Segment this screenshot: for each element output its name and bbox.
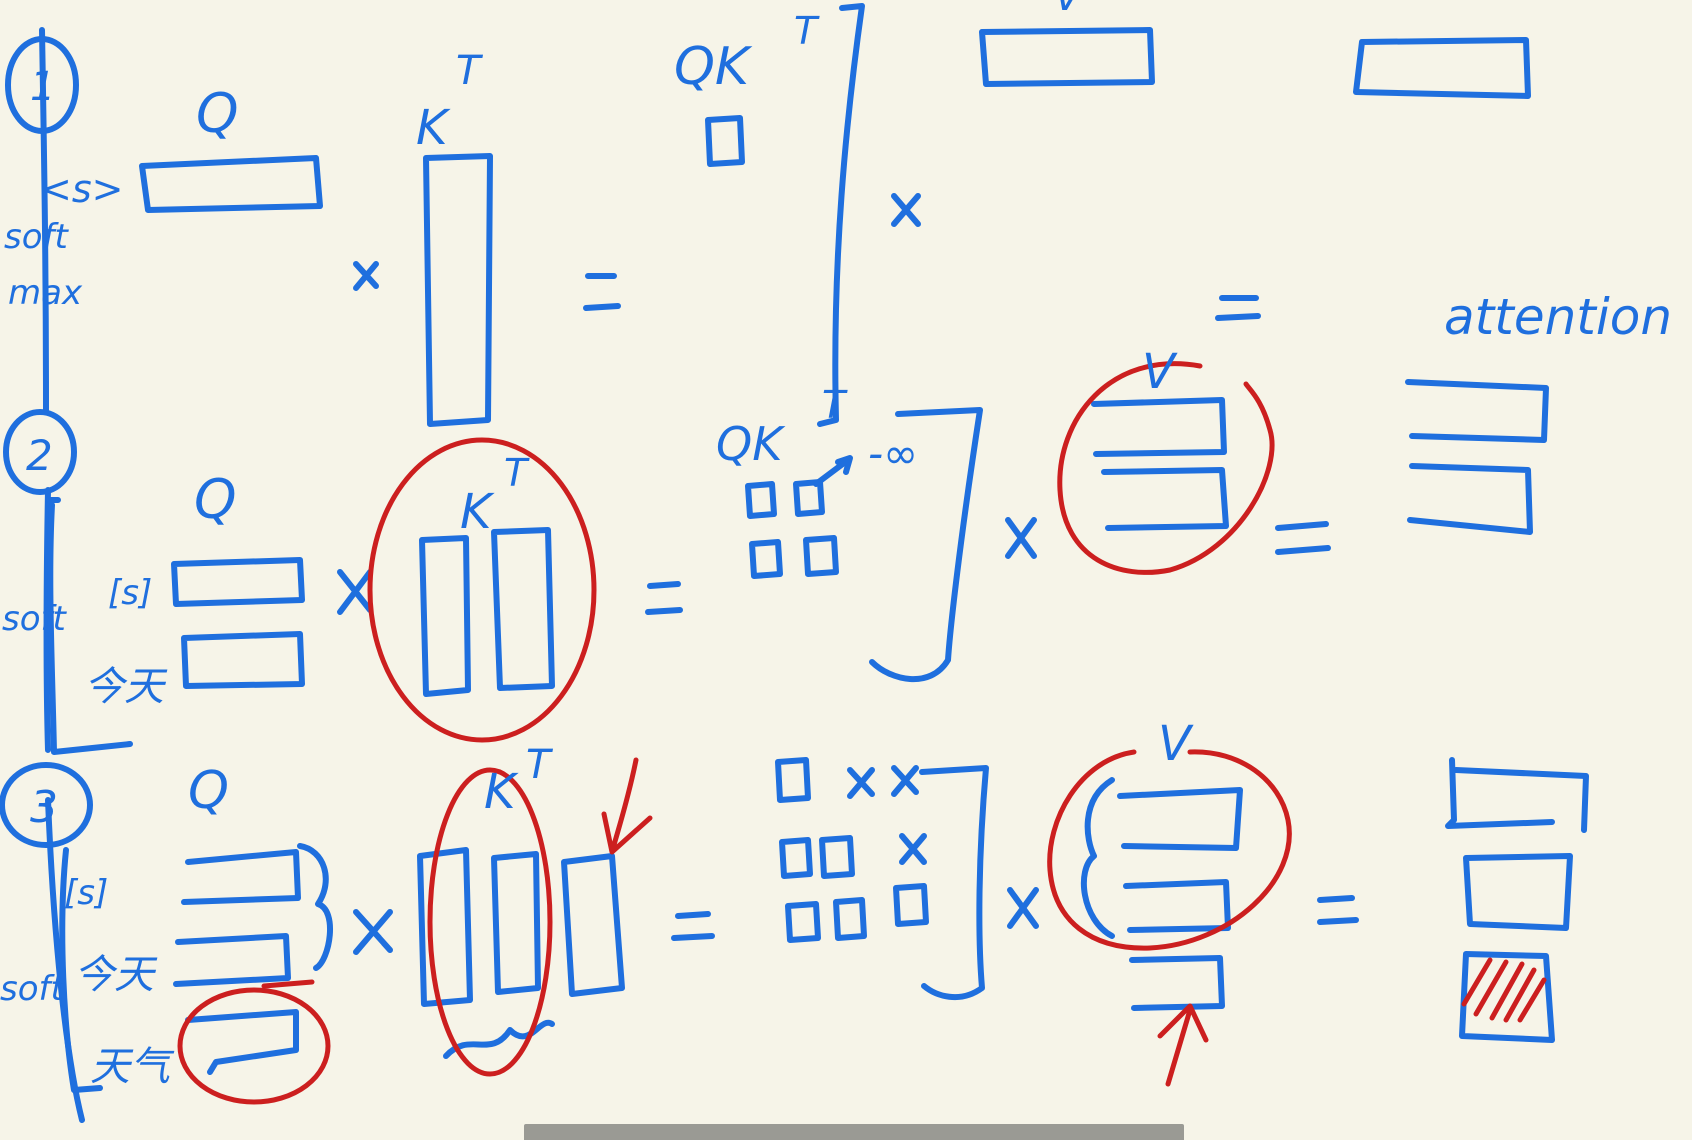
step3-token-label: [s] [64,873,108,913]
attention-row2-vector-1 [1405,379,1549,443]
attention-row3-vector-1 [1445,757,1589,833]
times-row1b [891,193,921,227]
v-row1-vector [979,27,1155,87]
qkt-row3-cell-21 [779,837,813,879]
v-row3-vector-2 [1123,879,1231,933]
q-row2-vector-1 [171,557,305,607]
whiteboard-drawing: 1 2 3 <s> soft max soft [s] 今天 [s] soft … [0,0,1672,1123]
kt-row3-squiggle [443,1019,555,1059]
qkt-row3-cell-33 [893,883,929,927]
kt-row3-sup: T [526,742,554,788]
kt-row3-column-2 [491,851,541,995]
row3-bracket [919,765,989,1001]
qkt-row1-sup: T [794,9,820,53]
step1-token-label: <s> [40,167,123,211]
kt-row3-column-3 [561,853,625,997]
qkt-row2-cell-11 [745,481,777,519]
qkt-row3-cell-31 [785,901,821,943]
v-row3-brace [1080,777,1115,939]
step-1-number: 1 [30,64,55,110]
kt-row2-column-2 [491,527,555,691]
times-row2a [337,569,373,615]
times-row2b [1005,517,1037,559]
q-row3-vector-1 [181,849,301,905]
times-row1a [353,261,379,291]
equals-row1 [583,273,621,311]
kt-row2-sup: T [504,451,530,495]
times-row3b [1007,887,1039,929]
q-row2-label: Q [194,468,237,531]
equals-row1b [1215,295,1261,321]
v-row1-label: V [1054,0,1084,20]
v-row3-vector-3 [1129,955,1225,1011]
row1-bracket [817,3,865,427]
q-row3-new-token-circle [177,987,331,1105]
v-row3-vector-1 [1117,787,1243,851]
step-2-number: 2 [26,431,53,480]
red-ink-strokes [177,361,1547,1105]
kt-row1-column [423,153,493,427]
times-row3a [353,909,393,955]
step1-soft-label: soft [4,217,69,257]
q-row2-vector-2 [181,631,305,689]
qkt-row2-cell-21 [749,539,783,579]
qkt-row3-cell-32 [833,897,867,941]
kt-row3-label: K [484,764,519,820]
qkt-row2-label: QK [716,417,786,471]
kt-row3-column-1 [417,847,473,1007]
blue-ink-strokes [0,3,1589,1123]
mask-arrow-row2 [813,455,853,487]
kt-row2-column-1 [419,535,471,697]
attention-label: attention [1444,288,1672,346]
q-row1-label: Q [196,82,239,145]
step3-side-label: soft [0,969,65,1009]
qkt-row1-label: QK [674,37,753,97]
new-value-arrow [1157,1003,1209,1087]
qkt-row2-cell-12 [793,479,825,517]
q-row3-label: Q [188,761,229,821]
minus-infinity-label: -∞ [868,429,918,478]
mask-x-row3-13 [891,765,919,797]
qkt-row2-cell-22 [803,535,839,577]
mask-x-row3-23 [899,833,927,865]
equals-row2b [1275,521,1331,555]
attention-row2-vector-2 [1407,463,1533,535]
qkt-row3-cell-11 [775,757,811,803]
whiteboard-canvas: 1 2 3 <s> soft max soft [s] 今天 [s] soft … [0,0,1692,1140]
v-row3-highlight-circle [1047,749,1292,951]
attention-row3-vector-3 [1459,951,1555,1043]
step3-word1-label: 今天 [74,952,158,998]
v-row2-vector-2 [1101,467,1229,531]
v-row2-vector-1 [1091,397,1227,457]
qkt-row1-cell [705,115,745,167]
q-row3-vector-2 [173,933,291,987]
horizontal-scrollbar[interactable] [524,1124,1184,1140]
step-3-number: 3 [30,782,58,833]
new-output-hatch [1461,957,1547,1023]
step2-side-label: soft [2,599,67,639]
step2-word-label: 今天 [84,664,168,710]
equals-row3a [671,911,715,941]
kt-row1-label: K [416,100,451,156]
qkt-row2-sup: T [822,383,848,427]
q-row3-vector-3 [185,1009,299,1075]
step1-max-label: max [8,273,83,313]
v-row3-label: V [1158,716,1194,772]
q-row3-new-token-mark [261,979,315,989]
mask-x-row3-12 [847,767,875,799]
equals-row2a [645,581,683,615]
step3-word2-label: 天气 [90,1044,175,1090]
attention-row1-vector [1353,37,1531,99]
q-row1-vector [139,155,323,213]
v-row2-label: V [1142,344,1178,400]
qkt-row3-cell-22 [819,835,855,879]
kt-row1-sup: T [456,48,484,94]
q-row3-brace [297,843,333,971]
new-key-arrow [601,757,653,855]
attention-row3-vector-2 [1463,853,1573,931]
step2-token-label: [s] [108,573,152,613]
kt-row2-label: K [460,484,495,540]
equals-row3b [1317,895,1359,925]
